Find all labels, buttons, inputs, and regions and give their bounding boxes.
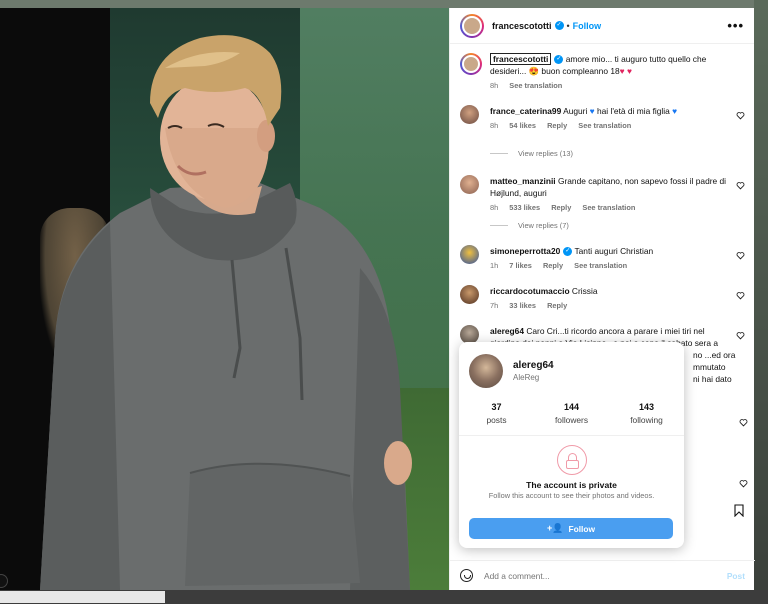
private-title: The account is private bbox=[526, 480, 617, 490]
comment-username[interactable]: france_caterina99 bbox=[490, 106, 561, 116]
like-heart-icon[interactable] bbox=[736, 181, 745, 190]
caption-text: francescototti ✓ amore mio... ti auguro t… bbox=[490, 53, 707, 76]
backdrop-bar bbox=[0, 591, 165, 603]
post-header: francescototti ✓ • Follow ••• bbox=[450, 8, 754, 44]
like-heart-icon[interactable] bbox=[739, 479, 748, 488]
caption-avatar[interactable] bbox=[460, 53, 482, 75]
view-replies-button[interactable]: View replies (13) bbox=[490, 149, 573, 158]
backdrop-right bbox=[754, 0, 768, 604]
verified-badge-icon: ✓ bbox=[554, 55, 564, 65]
reply-button[interactable]: Reply bbox=[547, 301, 567, 310]
comment-item: riccardocotumaccio Crissia 7h 33 likes R… bbox=[460, 285, 745, 310]
like-heart-icon[interactable] bbox=[736, 111, 745, 120]
verified-badge-icon: ✓ bbox=[563, 247, 573, 257]
hovercard-stats: 37 posts 144 followers 143 following bbox=[459, 402, 684, 425]
follow-link[interactable]: Follow bbox=[573, 21, 602, 31]
see-translation-link[interactable]: See translation bbox=[509, 81, 562, 90]
photo-subject bbox=[40, 35, 412, 590]
stat-posts: 37 posts bbox=[486, 402, 507, 425]
profile-hovercard: alereg64 AleReg 37 posts 144 followers 1… bbox=[459, 342, 684, 548]
lock-icon bbox=[557, 445, 587, 475]
post-photo[interactable] bbox=[0, 8, 449, 590]
stat-following: 143 following bbox=[630, 402, 663, 425]
backdrop-bottom bbox=[0, 590, 768, 604]
commenter-avatar[interactable] bbox=[460, 285, 479, 304]
hovercard-follow-button[interactable]: +👤 Follow bbox=[469, 518, 673, 539]
comment-username[interactable]: simoneperrotta20 bbox=[490, 246, 560, 256]
comment-item: simoneperrotta20 ✓ Tanti auguri Christian… bbox=[460, 245, 745, 270]
comment-input[interactable] bbox=[484, 570, 727, 581]
hovercard-fullname: AleReg bbox=[513, 373, 540, 382]
reply-button[interactable]: Reply bbox=[551, 203, 571, 212]
caption-meta: 8h See translation bbox=[490, 81, 563, 90]
comment-username[interactable]: riccardocotumaccio bbox=[490, 286, 570, 296]
like-heart-icon[interactable] bbox=[736, 251, 745, 260]
post-button[interactable]: Post bbox=[727, 571, 745, 581]
reply-button[interactable]: Reply bbox=[543, 261, 563, 270]
like-heart-icon[interactable] bbox=[736, 331, 745, 340]
comment-username[interactable]: matteo_manzinii bbox=[490, 176, 556, 186]
caption: francescototti ✓ amore mio... ti auguro t… bbox=[460, 53, 745, 90]
comment-username[interactable]: alereg64 bbox=[490, 326, 524, 336]
emoji-icon[interactable] bbox=[460, 569, 473, 582]
hovercard-avatar[interactable] bbox=[469, 354, 503, 388]
divider bbox=[459, 435, 684, 436]
backdrop-top bbox=[0, 0, 768, 8]
add-comment-bar: Post bbox=[450, 560, 755, 590]
author-avatar[interactable] bbox=[460, 13, 484, 38]
like-heart-icon[interactable] bbox=[736, 291, 745, 300]
more-options-icon[interactable]: ••• bbox=[727, 18, 744, 33]
reply-button[interactable]: Reply bbox=[547, 121, 567, 130]
commenter-avatar[interactable] bbox=[460, 175, 479, 194]
bookmark-icon[interactable] bbox=[734, 504, 744, 517]
add-user-icon: +👤 bbox=[547, 523, 564, 533]
see-translation-link[interactable]: See translation bbox=[578, 121, 631, 130]
separator-dot: • bbox=[566, 20, 570, 31]
author-username[interactable]: francescototti bbox=[492, 21, 552, 31]
hovercard-username[interactable]: alereg64 bbox=[513, 360, 554, 371]
see-translation-link[interactable]: See translation bbox=[582, 203, 635, 212]
commenter-avatar[interactable] bbox=[460, 105, 479, 124]
verified-badge-icon: ✓ bbox=[554, 21, 564, 30]
heart-emoji: ♥ ♥ bbox=[619, 66, 632, 76]
stat-followers: 144 followers bbox=[554, 402, 589, 425]
comment-item: france_caterina99 Auguri ♥ hai l'età di … bbox=[460, 105, 745, 130]
caption-username[interactable]: francescototti bbox=[490, 53, 552, 65]
private-subtitle: Follow this account to see their photos … bbox=[488, 491, 655, 500]
comment-item: matteo_manzinii Grande capitano, non sap… bbox=[460, 175, 745, 212]
like-heart-icon[interactable] bbox=[739, 418, 748, 427]
commenter-avatar[interactable] bbox=[460, 245, 479, 264]
view-replies-button[interactable]: View replies (7) bbox=[490, 221, 569, 230]
see-translation-link[interactable]: See translation bbox=[574, 261, 627, 270]
